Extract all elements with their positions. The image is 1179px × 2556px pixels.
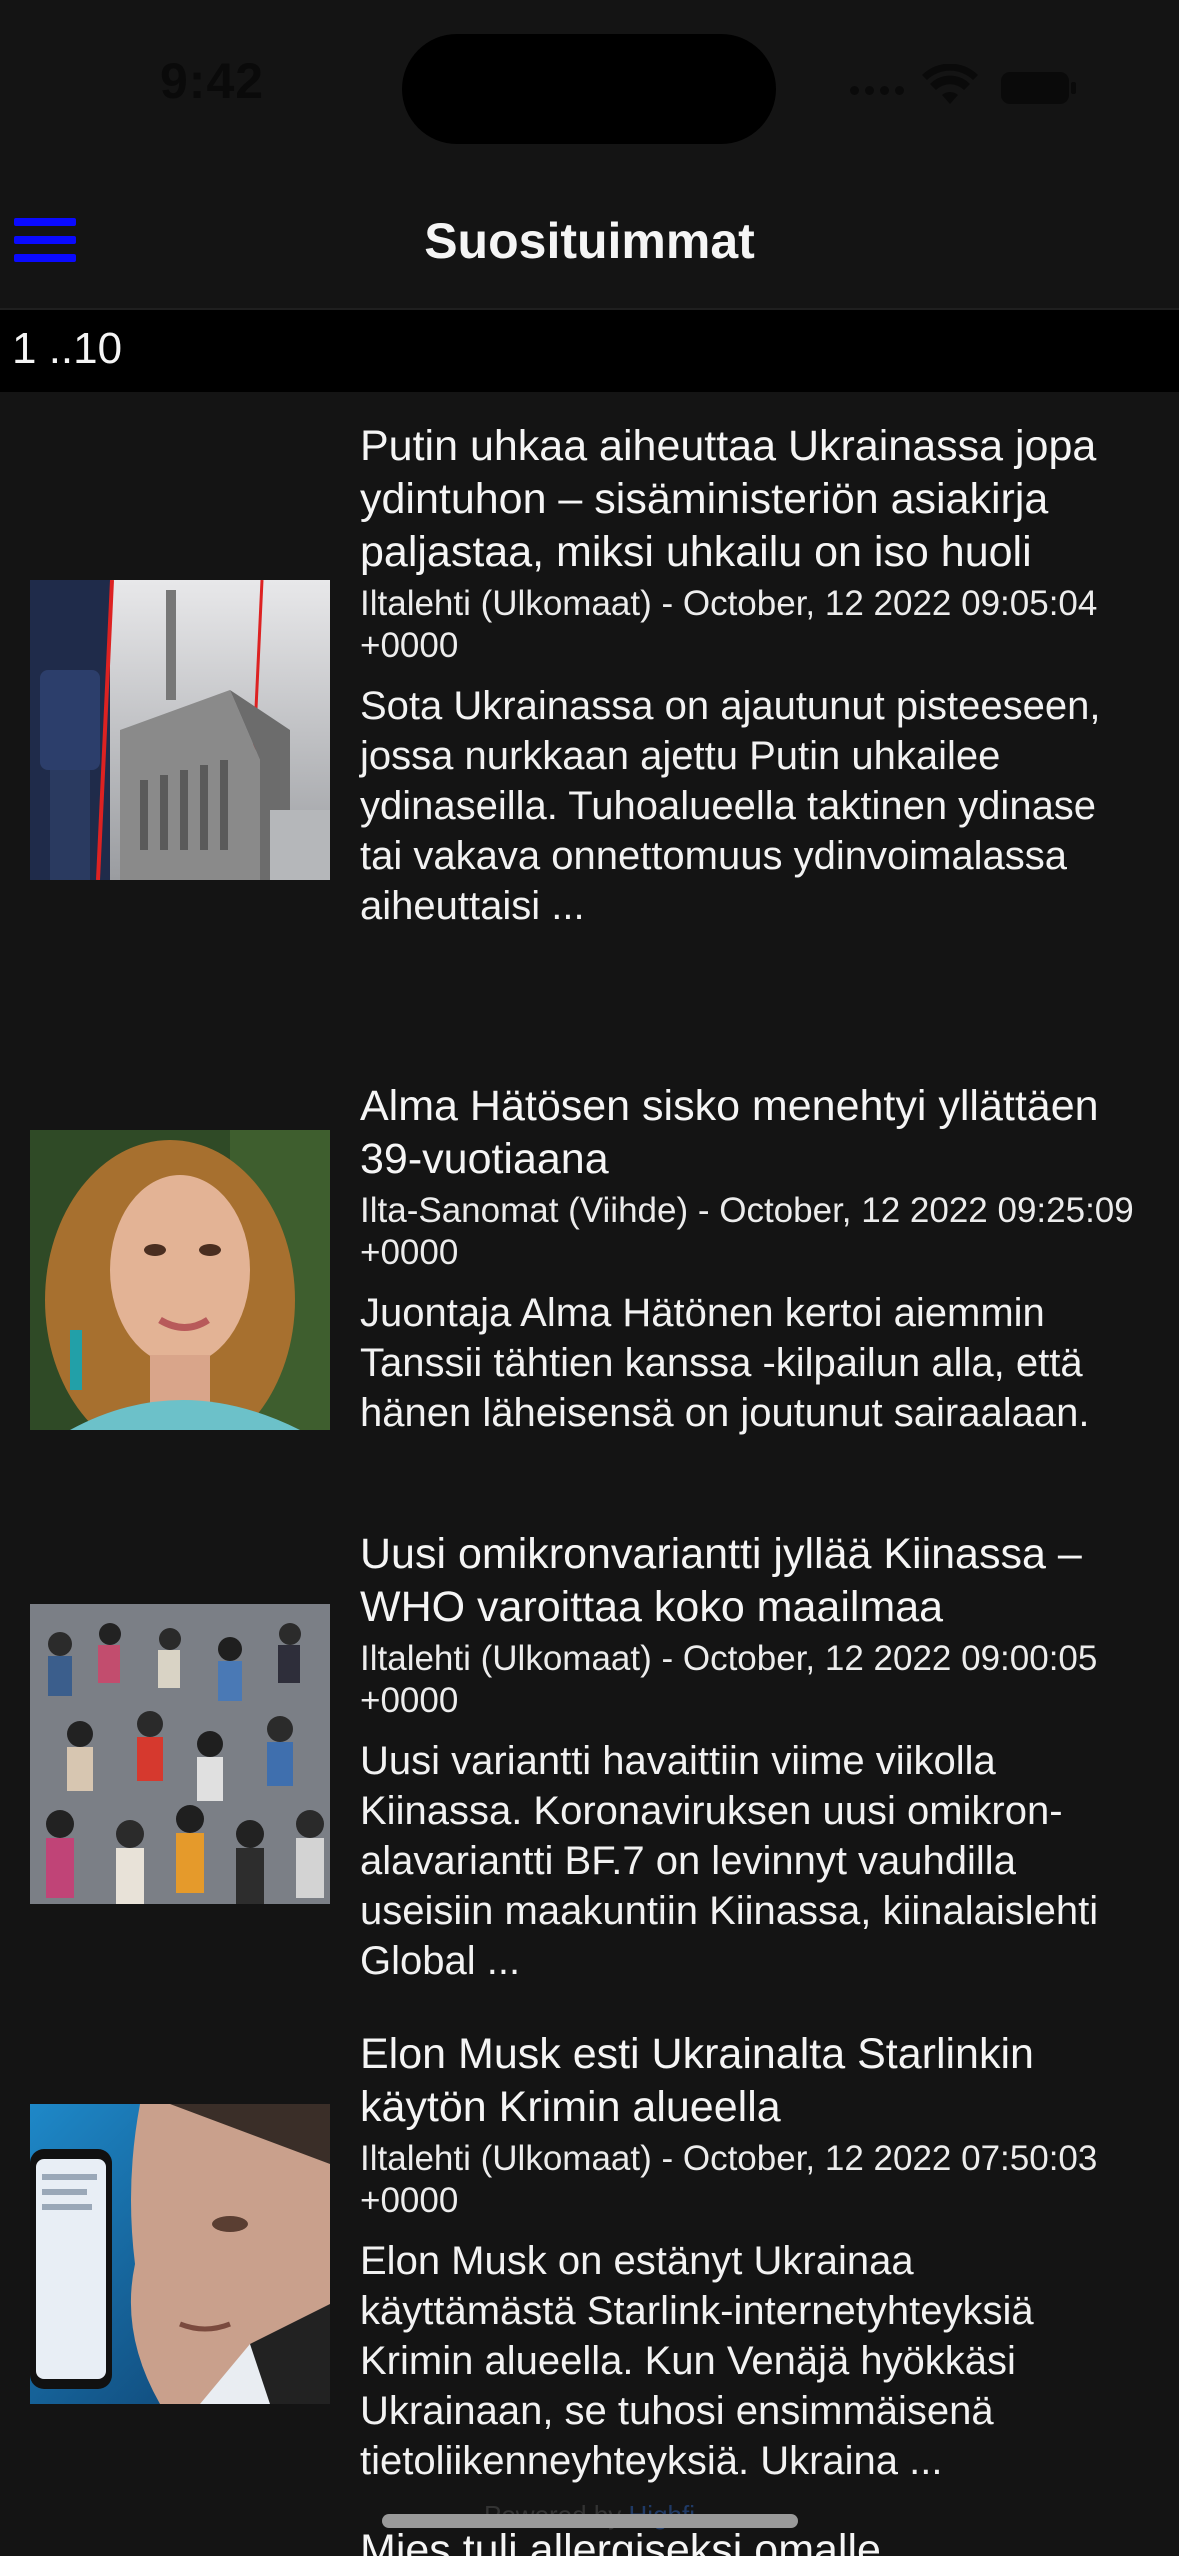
page-title: Suosituimmat — [424, 213, 755, 269]
article-thumbnail — [30, 1130, 330, 1430]
article-thumbnail — [30, 580, 330, 880]
article-summary: Uusi variantti havaittiin viime viikolla… — [360, 1739, 1099, 1983]
article-source-date: Iltalehti (Ulkomaat) - October, 12 2022 … — [360, 584, 1098, 665]
article-thumbnail — [30, 2104, 330, 2404]
battery-icon — [1001, 72, 1076, 104]
article-title[interactable]: Alma Hätösen sisko menehtyi yllättäen 39… — [360, 1080, 1140, 1186]
article-source-date: Iltalehti (Ulkomaat) - October, 12 2022 … — [360, 1639, 1098, 1720]
page-range-label: 1 ..10 — [12, 324, 123, 373]
home-indicator[interactable] — [382, 2514, 798, 2528]
range-bar: 1 ..10 — [0, 310, 1179, 392]
article-text: Uusi omikronvariantti jyllää Kiinassa – … — [360, 1528, 1140, 1986]
status-bar: 9:42 — [0, 0, 1179, 160]
article-text: Elon Musk esti Ukrainalta Starlinkin käy… — [360, 2028, 1140, 2486]
article-text: Putin uhkaa aiheuttaa Ukrainassa jopa yd… — [360, 420, 1140, 931]
article-title[interactable]: Uusi omikronvariantti jyllää Kiinassa – … — [360, 1528, 1140, 1634]
article-source-date: Iltalehti (Ulkomaat) - October, 12 2022 … — [360, 2139, 1098, 2220]
article-thumbnail — [30, 1604, 330, 1904]
nuclear-plant-image — [30, 580, 330, 880]
status-time: 9:42 — [160, 53, 265, 109]
elon-musk-image — [30, 2104, 330, 2404]
article-summary: Sota Ukrainassa on ajautunut pisteeseen,… — [360, 684, 1101, 928]
wifi-icon — [922, 64, 978, 104]
crowd-image — [30, 1604, 330, 1904]
article-title[interactable]: Elon Musk esti Ukrainalta Starlinkin käy… — [360, 2028, 1140, 2134]
article-item[interactable]: Alma Hätösen sisko menehtyi yllättäen 39… — [0, 1080, 1179, 1500]
article-item[interactable]: Elon Musk esti Ukrainalta Starlinkin käy… — [0, 2028, 1179, 2498]
article-item[interactable]: Putin uhkaa aiheuttaa Ukrainassa jopa yd… — [0, 420, 1179, 1040]
article-summary: Juontaja Alma Hätönen kertoi aiemmin Tan… — [360, 1291, 1090, 1435]
cellular-signal-icon — [850, 86, 910, 95]
article-item[interactable]: Uusi omikronvariantti jyllää Kiinassa – … — [0, 1528, 1179, 1998]
article-summary: Elon Musk on estänyt Ukrainaa käyttämäst… — [360, 2239, 1034, 2483]
article-text: Alma Hätösen sisko menehtyi yllättäen 39… — [360, 1080, 1140, 1438]
article-source-date: Ilta-Sanomat (Viihde) - October, 12 2022… — [360, 1191, 1134, 1272]
portrait-image — [30, 1130, 330, 1430]
navigation-bar: Suosituimmat — [0, 160, 1179, 310]
app-screen: 9:42 Suosituimmat 1 ..10 Putin uhkaa aih… — [0, 0, 1179, 2556]
dynamic-island — [402, 34, 776, 144]
article-title[interactable]: Putin uhkaa aiheuttaa Ukrainassa jopa yd… — [360, 420, 1140, 579]
